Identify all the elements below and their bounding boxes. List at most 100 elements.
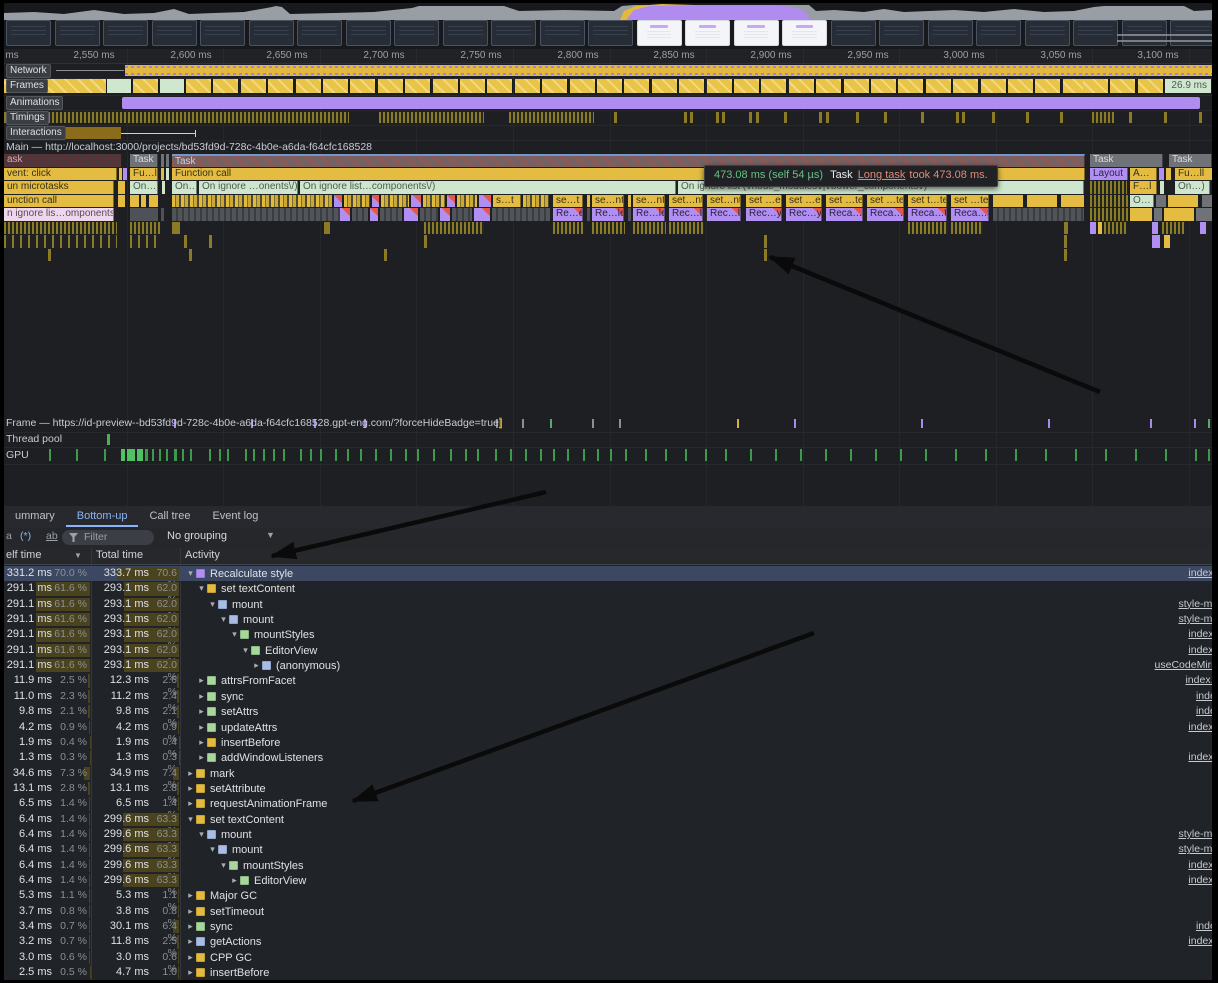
expand-arrow-icon[interactable]: ▸ — [185, 796, 196, 811]
track-thread-pool[interactable]: Thread pool — [4, 432, 1212, 448]
frame-segment[interactable] — [734, 79, 760, 93]
source-link[interactable]: useCodeMirror — [1155, 659, 1212, 671]
frame-segment[interactable] — [460, 79, 486, 93]
frame-segment[interactable] — [844, 79, 870, 93]
screenshot-thumbnail[interactable] — [928, 20, 973, 46]
table-row[interactable]: 6.4 ms1.4 %299.6 ms63.3 %▸EditorViewinde… — [4, 873, 1212, 888]
flame-bar[interactable]: O… — [1130, 195, 1154, 208]
flame-bar[interactable]: Rec…yle — [786, 208, 822, 221]
flame-bar[interactable]: On ignore list…components\/) — [300, 181, 676, 194]
flame-bar[interactable]: se…nt — [633, 195, 665, 208]
flame-bar[interactable]: set …ent — [786, 195, 822, 208]
frame-segment[interactable] — [816, 79, 842, 93]
screenshot-thumbnail[interactable] — [782, 20, 827, 46]
source-link[interactable]: index. — [1196, 705, 1212, 717]
screenshot-thumbnail[interactable] — [1122, 20, 1167, 46]
table-row[interactable]: 1.3 ms0.3 %1.3 ms0.3 %▸addWindowListener… — [4, 750, 1212, 765]
source-link[interactable]: index. — [1196, 690, 1212, 702]
flame-bar[interactable]: Re…e — [553, 208, 583, 221]
screenshot-thumbnail[interactable] — [103, 20, 148, 46]
flame-bar[interactable]: set t…tent — [908, 195, 947, 208]
frame-segment[interactable] — [597, 79, 623, 93]
flame-bar[interactable]: Reca…tyle — [867, 208, 904, 221]
track-interactions[interactable]: Interactions — [4, 125, 1212, 141]
screenshot-thumbnail[interactable] — [200, 20, 245, 46]
frame-segment[interactable] — [186, 79, 212, 93]
collapse-arrow-icon[interactable]: ▾ — [218, 858, 229, 873]
flame-bar[interactable]: A… — [1130, 168, 1157, 181]
flame-bar[interactable]: F…l — [1130, 181, 1157, 194]
col-activity[interactable]: Activity — [185, 549, 220, 561]
collapse-arrow-icon[interactable]: ▾ — [196, 581, 207, 596]
flame-bar[interactable]: Reca…yle — [951, 208, 989, 221]
source-link[interactable]: style-mod — [1178, 613, 1212, 625]
source-link[interactable]: index.js — [1188, 859, 1212, 871]
source-link[interactable]: index.js — [1188, 628, 1212, 640]
expand-arrow-icon[interactable]: ▸ — [196, 673, 207, 688]
table-row[interactable]: 291.1 ms61.6 %293.1 ms62.0 %▾EditorViewi… — [4, 643, 1212, 658]
source-link[interactable]: index.js — [1188, 935, 1212, 947]
frame-segment[interactable] — [926, 79, 952, 93]
track-frames[interactable]: 26.9 ms Frames — [4, 78, 1212, 96]
tab-call-tree[interactable]: Call tree — [138, 506, 201, 527]
expand-arrow-icon[interactable]: ▸ — [229, 873, 240, 888]
thread-pool-label[interactable]: Thread pool — [6, 433, 62, 445]
screenshot-thumbnail[interactable] — [879, 20, 924, 46]
table-row[interactable]: 291.1 ms61.6 %293.1 ms62.0 %▾mountstyle-… — [4, 612, 1212, 627]
animations-track-label[interactable]: Animations — [6, 96, 63, 110]
expand-arrow-icon[interactable]: ▸ — [185, 950, 196, 965]
screenshot-thumbnail[interactable] — [6, 20, 51, 46]
source-link[interactable]: index.js — [1188, 721, 1212, 733]
table-row[interactable]: 6.5 ms1.4 %6.5 ms1.4 %▸requestAnimationF… — [4, 796, 1212, 811]
frame-duration-badge[interactable]: 26.9 ms — [1165, 79, 1212, 93]
tab-bottom-up[interactable]: Bottom-up — [66, 506, 139, 527]
screenshot-thumbnail[interactable] — [734, 20, 779, 46]
screenshot-thumbnail[interactable] — [831, 20, 876, 46]
screenshot-thumbnail[interactable] — [152, 20, 197, 46]
frame-segment[interactable] — [707, 79, 733, 93]
table-row[interactable]: 2.5 ms0.5 %4.7 ms1.0 %▸insertBefore — [4, 965, 1212, 980]
details-tab-bar[interactable]: ummaryBottom-upCall treeEvent log — [4, 506, 1212, 529]
interaction-bar[interactable] — [59, 127, 121, 139]
source-link[interactable]: index. — [1196, 920, 1212, 932]
frame-segment[interactable] — [679, 79, 705, 93]
frame-segment[interactable] — [487, 79, 513, 93]
frame-segment[interactable] — [350, 79, 376, 93]
frame-segment[interactable] — [652, 79, 678, 93]
frame-segment[interactable] — [160, 79, 185, 93]
screenshot-thumbnail[interactable] — [1025, 20, 1070, 46]
collapse-arrow-icon[interactable]: ▾ — [240, 643, 251, 658]
expand-arrow-icon[interactable]: ▸ — [185, 934, 196, 949]
expand-arrow-icon[interactable]: ▸ — [196, 750, 207, 765]
frame-segment[interactable] — [213, 79, 239, 93]
screenshot-thumbnail[interactable] — [1073, 20, 1118, 46]
flame-bar[interactable]: Fu…ll — [1175, 168, 1212, 181]
flame-bar[interactable]: set …ent — [746, 195, 782, 208]
frame-segment[interactable] — [268, 79, 294, 93]
frame-segment[interactable] — [378, 79, 404, 93]
animations-bar[interactable] — [122, 97, 1200, 109]
flame-bar[interactable]: Rec…le — [707, 208, 741, 221]
col-total-time[interactable]: Total time — [96, 549, 143, 561]
collapse-arrow-icon[interactable]: ▾ — [185, 812, 196, 827]
screenshot-thumbnail[interactable] — [443, 20, 488, 46]
expand-arrow-icon[interactable]: ▸ — [196, 689, 207, 704]
expand-arrow-icon[interactable]: ▸ — [185, 781, 196, 796]
timeline-ruler[interactable]: ms2,550 ms2,600 ms2,650 ms2,700 ms2,750 … — [4, 49, 1212, 64]
frame-segment[interactable] — [898, 79, 924, 93]
frame-segment[interactable] — [570, 79, 596, 93]
frame-segment[interactable] — [133, 79, 159, 93]
frame-segment[interactable] — [323, 79, 349, 93]
frame-segment[interactable] — [296, 79, 322, 93]
flame-bar[interactable]: Rec…yle — [746, 208, 782, 221]
screenshot-thumbnail[interactable] — [588, 20, 633, 46]
flame-bar[interactable]: On…) — [172, 181, 197, 194]
table-row[interactable]: 4.2 ms0.9 %4.2 ms0.9 %▸updateAttrsindex.… — [4, 720, 1212, 735]
table-row[interactable]: 3.7 ms0.8 %3.8 ms0.8 %▸setTimeout — [4, 904, 1212, 919]
network-track-label[interactable]: Network — [6, 64, 51, 78]
screenshot-thumbnail[interactable] — [976, 20, 1021, 46]
table-row[interactable]: 3.4 ms0.7 %30.1 ms6.4 %▸syncindex. — [4, 919, 1212, 934]
track-gpu[interactable]: GPU — [4, 447, 1212, 465]
flame-bar[interactable]: se…t — [553, 195, 583, 208]
expand-arrow-icon[interactable]: ▸ — [185, 888, 196, 903]
